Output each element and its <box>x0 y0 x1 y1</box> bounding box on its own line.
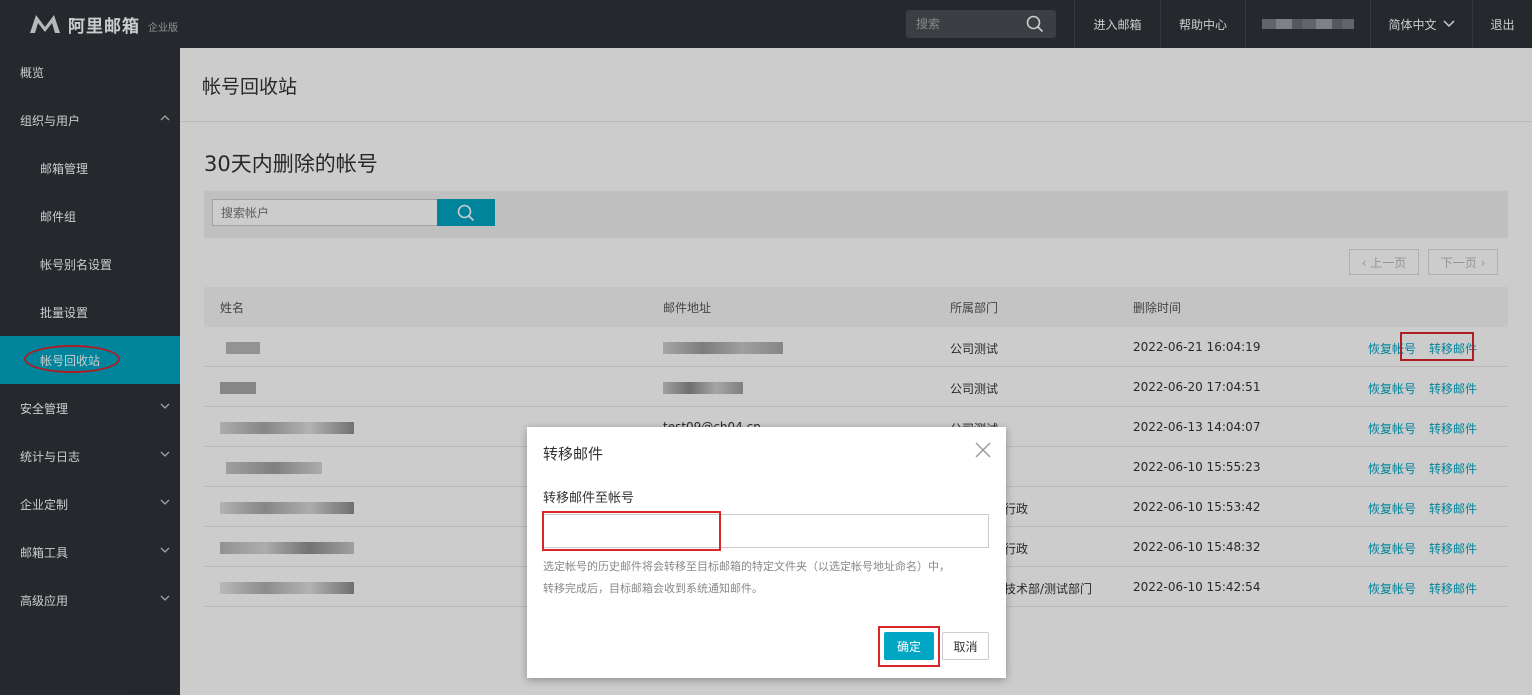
dialog-hint-line: 转移完成后，目标邮箱会收到系统通知邮件。 <box>543 582 763 595</box>
dialog-hint-line: 选定帐号的历史邮件将会转移至目标邮箱的特定文件夹（以选定帐号地址命名）中， <box>543 560 950 573</box>
target-account-label: 转移邮件至帐号 <box>543 491 635 506</box>
dialog-title: 转移邮件 <box>543 445 604 463</box>
highlight-box <box>878 626 940 667</box>
transfer-mail-dialog: 转移邮件 转移邮件至帐号 选定帐号的历史邮件将会转移至目标邮箱的特定文件夹（以选… <box>527 427 1006 678</box>
close-icon[interactable] <box>974 441 992 459</box>
highlight-box <box>542 511 721 551</box>
cancel-button[interactable]: 取消 <box>942 632 989 660</box>
dialog-hint: 选定帐号的历史邮件将会转移至目标邮箱的特定文件夹（以选定帐号地址命名）中， 转移… <box>543 556 993 600</box>
